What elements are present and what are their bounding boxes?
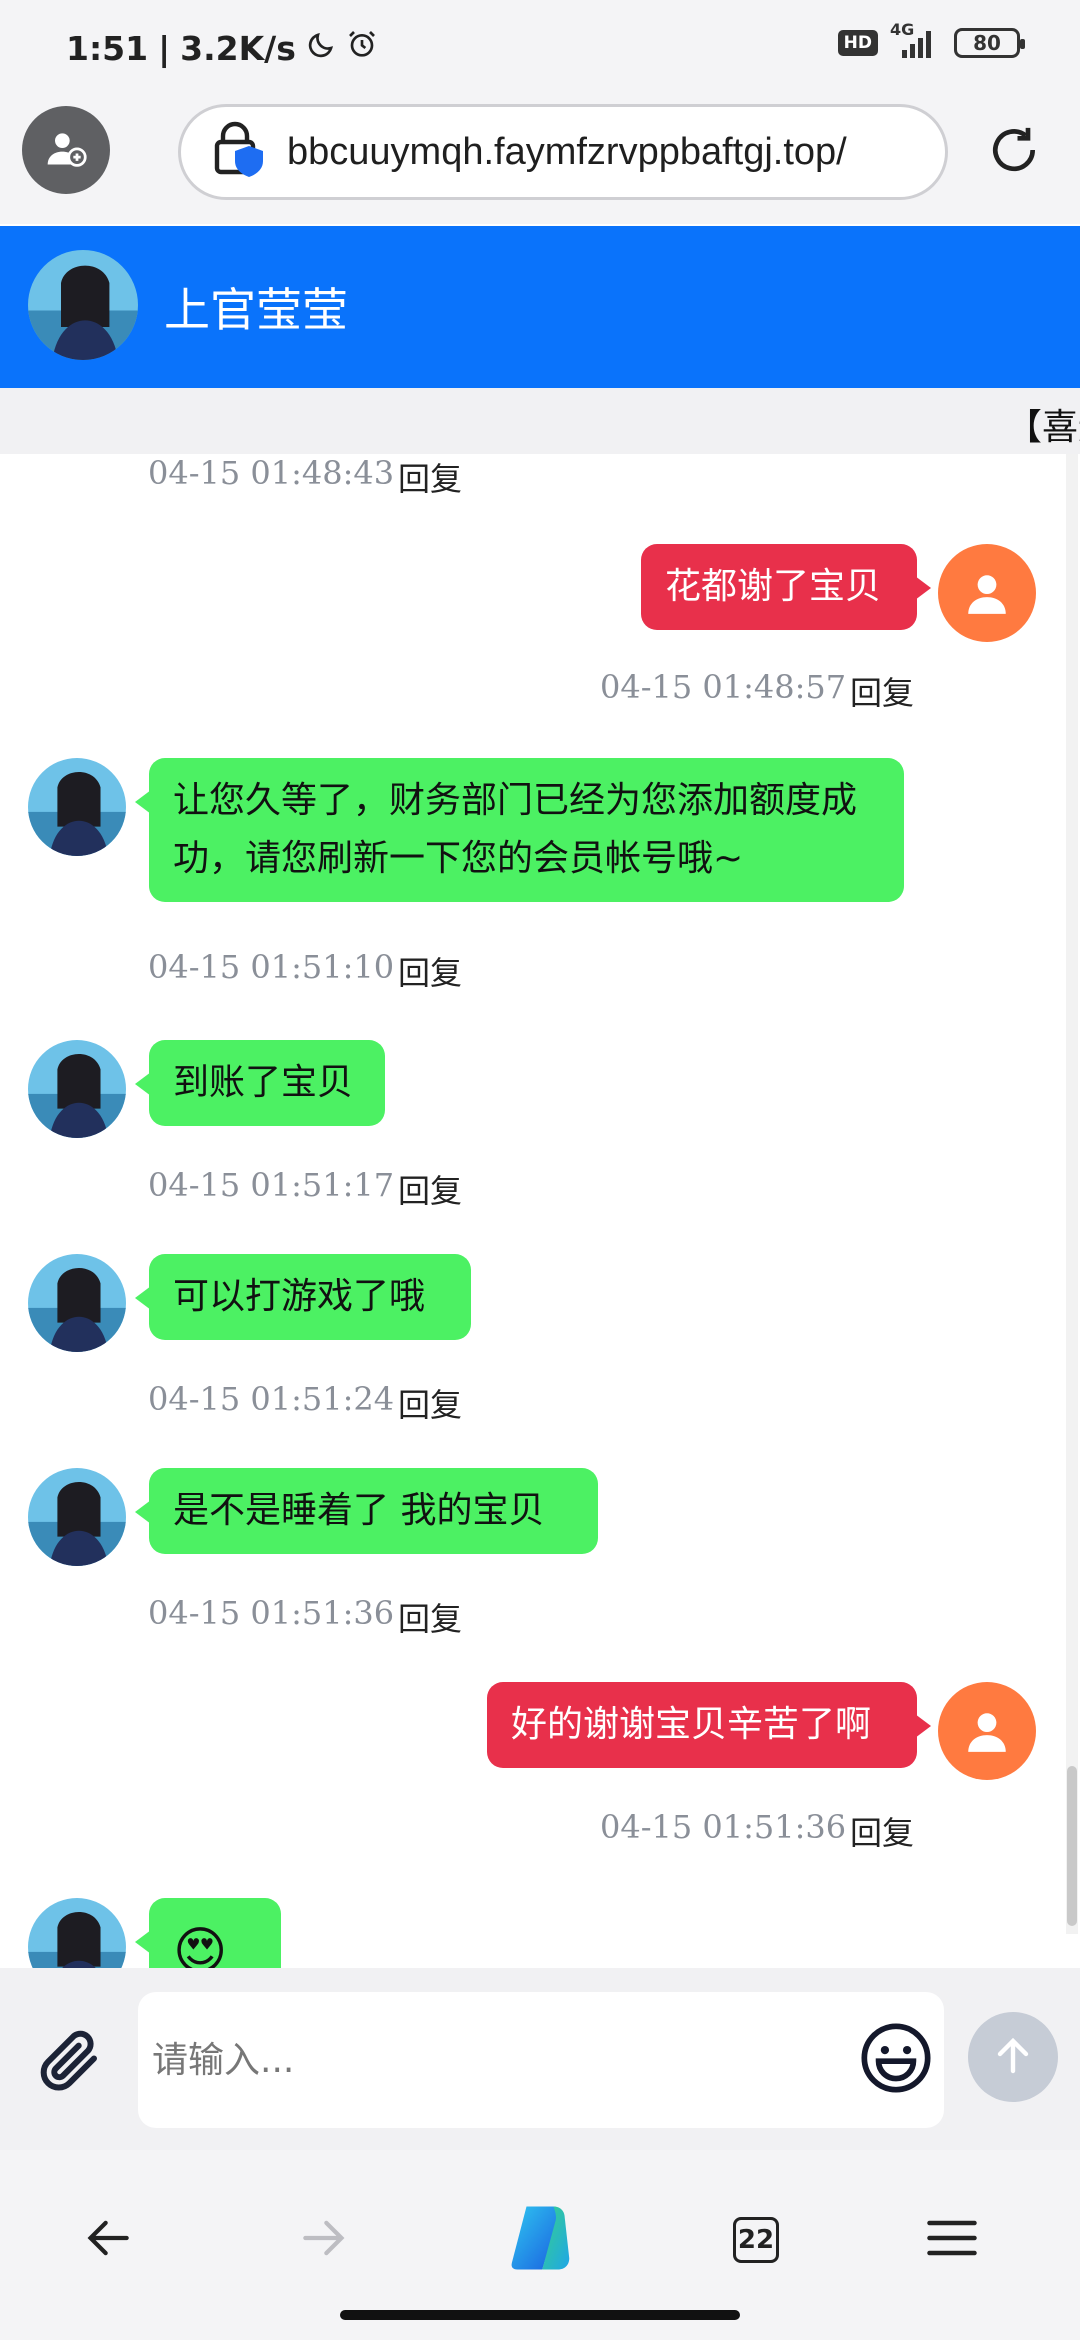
contact-message-avatar (28, 758, 126, 856)
scrollbar-thumb[interactable] (1067, 1766, 1077, 1926)
reply-button[interactable]: 回复 (398, 1594, 462, 1640)
contact-message-avatar (28, 1040, 126, 1138)
send-button[interactable] (968, 2012, 1058, 2102)
message-timestamp: 04-15 01:51:36 (148, 1594, 395, 1632)
contact-message-avatar (28, 1898, 126, 1968)
message-list[interactable]: 04-15 01:48:43 回复 花都谢了宝贝 04-15 01:48:57 … (0, 454, 1080, 1968)
reply-button[interactable]: 回复 (398, 948, 462, 994)
profile-button[interactable] (22, 106, 110, 194)
user-message-bubble[interactable]: 好的谢谢宝贝辛苦了啊 (487, 1682, 931, 1768)
contact-message-bubble[interactable]: 让您久等了，财务部门已经为您添加额度成功，请您刷新一下您的会员帐号哦~ (135, 758, 904, 902)
battery-indicator: 80 (954, 28, 1025, 58)
url-text[interactable]: bbcuuymqh.faymfzrvppbaftgj.top/ (287, 131, 847, 174)
contact-message-avatar (28, 1254, 126, 1352)
message-timestamp: 04-15 01:51:24 (148, 1380, 395, 1418)
status-time: 1:51 (66, 28, 149, 68)
contact-message-avatar (28, 1468, 126, 1566)
message-input[interactable] (152, 2022, 832, 2098)
refresh-icon (986, 122, 1042, 182)
arrow-right-icon (296, 2210, 352, 2270)
status-left: 1:51 | 3.2K/s (66, 28, 378, 68)
status-right: HD 4G 80 (837, 20, 1025, 58)
copilot-icon (495, 2193, 585, 2287)
contact-message-bubble[interactable]: 到账了宝贝 (135, 1040, 385, 1126)
reply-button[interactable]: 回复 (398, 1380, 462, 1426)
message-timestamp: 04-15 01:48:43 (148, 454, 395, 492)
contact-message-bubble[interactable]: 是不是睡着了 我的宝贝 (135, 1468, 598, 1554)
emoji-button[interactable] (856, 2020, 936, 2100)
announcement-text: 【喜迎 (1006, 407, 1080, 448)
hd-badge: HD (837, 30, 878, 56)
tab-count: 22 (733, 2217, 779, 2263)
message-timestamp: 04-15 01:48:57 (600, 668, 847, 706)
browser-toolbar: bbcuuymqh.faymfzrvppbaftgj.top/ (0, 96, 1080, 224)
network-speed: 3.2K/s (180, 28, 296, 68)
refresh-button[interactable] (982, 120, 1046, 184)
status-separator: | (158, 28, 171, 68)
contact-avatar[interactable] (28, 250, 138, 360)
contact-message-bubble[interactable]: 可以打游戏了哦 (135, 1254, 471, 1340)
home-indicator[interactable] (340, 2310, 740, 2320)
announcement-strip: 【喜迎 (0, 388, 1080, 454)
message-timestamp: 04-15 01:51:17 (148, 1166, 395, 1204)
back-button[interactable] (58, 2190, 158, 2290)
shield-lock-icon[interactable] (211, 120, 267, 184)
profile-add-icon (44, 126, 88, 174)
user-message-bubble[interactable]: 花都谢了宝贝 (641, 544, 931, 630)
arrow-up-icon (989, 2031, 1037, 2083)
message-input-box[interactable] (138, 1992, 944, 2128)
attach-button[interactable] (30, 2022, 110, 2102)
signal-icon: 4G (890, 20, 938, 58)
user-avatar (938, 544, 1036, 642)
chat-header: 上官莹莹 (0, 226, 1080, 388)
contact-name: 上官莹莹 (164, 283, 348, 337)
screen: 1:51 | 3.2K/s HD 4G 80 bbcuuymqh.faymfzr… (0, 0, 1080, 2340)
address-bar[interactable]: bbcuuymqh.faymfzrvppbaftgj.top/ (178, 104, 948, 200)
moon-icon (306, 29, 336, 68)
reply-button[interactable]: 回复 (398, 454, 462, 500)
status-bar: 1:51 | 3.2K/s HD 4G 80 (0, 0, 1080, 96)
scrollbar-track[interactable] (1066, 454, 1078, 1934)
tabs-button[interactable]: 22 (706, 2190, 806, 2290)
network-type: 4G (890, 20, 915, 39)
menu-button[interactable] (902, 2190, 1002, 2290)
message-timestamp: 04-15 01:51:10 (148, 948, 395, 986)
composer-bar (0, 1968, 1080, 2150)
user-avatar (938, 1682, 1036, 1780)
paperclip-icon (34, 2024, 106, 2100)
alarm-icon (346, 28, 378, 68)
arrow-left-icon (80, 2210, 136, 2270)
message-timestamp: 04-15 01:51:36 (600, 1808, 847, 1846)
reply-button[interactable]: 回复 (850, 1808, 914, 1854)
hamburger-menu-icon (922, 2208, 982, 2272)
reply-button[interactable]: 回复 (398, 1166, 462, 1212)
contact-emoji-bubble[interactable]: 😍 (135, 1898, 281, 1968)
copilot-button[interactable] (490, 2190, 590, 2290)
reply-button[interactable]: 回复 (850, 668, 914, 714)
smiley-icon (858, 2020, 934, 2100)
forward-button[interactable] (274, 2190, 374, 2290)
